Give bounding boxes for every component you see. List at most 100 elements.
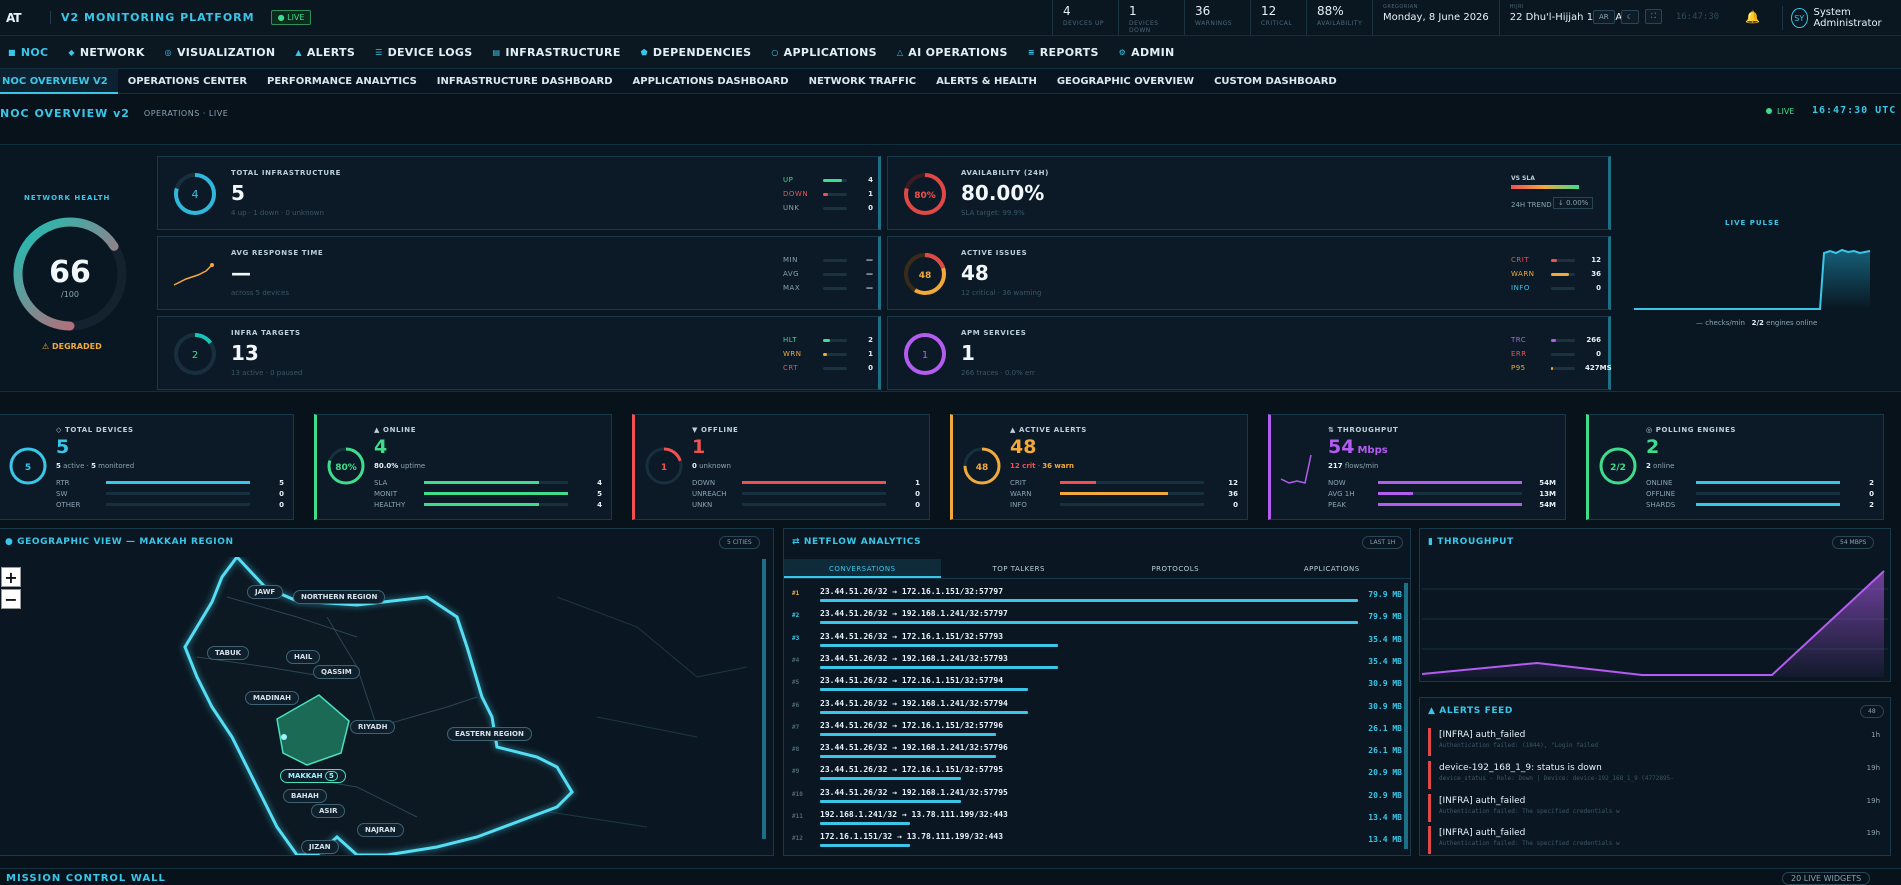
saudi-map[interactable] xyxy=(0,557,767,855)
nav-dependencies[interactable]: ⬟ DEPENDENCIES xyxy=(633,46,764,59)
nav-device-logs[interactable]: ☰ DEVICE LOGS xyxy=(367,46,484,59)
kpi-offline[interactable]: ▼ OFFLINE 1 0 unknown 1 DOWN 1 UNREACH 0 UNKN 0 xyxy=(632,414,930,520)
region-najran[interactable]: NAJRAN xyxy=(357,823,404,837)
region-tabuk[interactable]: TABUK xyxy=(207,646,250,660)
trend-value: ↓ 0.00% xyxy=(1553,197,1594,209)
svg-text:80%: 80% xyxy=(914,191,936,201)
card-infra-targets[interactable]: 2 INFRA TARGETS 13 13 active · 0 paused … xyxy=(157,316,881,390)
nav-visualization[interactable]: ◎ VISUALIZATION xyxy=(157,46,288,59)
region-bahah[interactable]: BAHAH xyxy=(283,789,327,803)
region-jizan[interactable]: JIZAN xyxy=(301,840,339,854)
throughput-badge: 54 MBPS xyxy=(1832,536,1875,549)
tab-infrastructure-dashboard[interactable]: INFRASTRUCTURE DASHBOARD xyxy=(427,69,623,94)
region-madinah[interactable]: MADINAH xyxy=(245,691,299,705)
kpi-polling-engines[interactable]: ◎ POLLING ENGINES 2 2 online 2/2 ONLINE 2 OFFL… xyxy=(1586,414,1884,520)
card-apm-services[interactable]: 1 APM SERVICES 1 266 traces · 0.0% err T… xyxy=(887,316,1612,390)
card-total-infrastructure[interactable]: 4 TOTAL INFRASTRUCTURE 5 4 up · 1 down ·… xyxy=(157,156,881,230)
conversation-bar xyxy=(820,710,1029,714)
tab-applications-dashboard[interactable]: APPLICATIONS DASHBOARD xyxy=(623,69,799,94)
zoom-in-button[interactable]: + xyxy=(1,567,21,587)
alert-item[interactable]: [INFRA] auth_failed Authentication failed… xyxy=(1428,826,1884,854)
counter-devices-down[interactable]: 1 DEVICES DOWN xyxy=(1118,0,1184,36)
kpi-subtext: 0 unknown xyxy=(692,462,731,470)
tab-top-talkers[interactable]: TOP TALKERS xyxy=(941,559,1098,578)
tab-network-traffic[interactable]: NETWORK TRAFFIC xyxy=(799,69,926,94)
card-active-issues[interactable]: 48 ACTIVE ISSUES 48 12 critical · 36 war… xyxy=(887,236,1611,310)
user-menu[interactable]: SY System Administrator xyxy=(1782,6,1901,30)
nav-admin[interactable]: ⚙ ADMIN xyxy=(1111,46,1187,59)
counter-devices-up[interactable]: 4 DEVICES UP xyxy=(1052,0,1118,36)
nav-alerts[interactable]: ▲ ALERTS xyxy=(287,46,367,59)
card-title: ACTIVE ISSUES xyxy=(961,249,1028,257)
platform-logo[interactable]: AT xyxy=(6,11,28,25)
tab-conversations[interactable]: CONVERSATIONS xyxy=(784,559,941,578)
table-row[interactable]: #5 23.44.51.26/32 → 172.16.1.151/32:57794… xyxy=(792,676,1402,698)
square-icon: ■ xyxy=(8,47,16,57)
region-qassim[interactable]: QASSIM xyxy=(313,665,360,679)
theme-toggle-icon[interactable]: ☾ xyxy=(1620,9,1639,24)
card-value: 48 xyxy=(961,261,989,285)
card-rows: HLT 2 WRN 1 CRT 0 xyxy=(783,333,873,375)
metric-row: HLT 2 xyxy=(783,336,873,344)
table-row[interactable]: #2 23.44.51.26/32 → 192.168.1.241/32:5779… xyxy=(792,609,1402,631)
table-row[interactable]: #3 23.44.51.26/32 → 172.16.1.151/32:57793… xyxy=(792,632,1402,654)
nav-applications[interactable]: ○ APPLICATIONS xyxy=(763,46,888,59)
table-row[interactable]: #7 23.44.51.26/32 → 172.16.1.151/32:57796… xyxy=(792,721,1402,743)
netflow-range-badge[interactable]: LAST 1H xyxy=(1362,536,1404,549)
tab-performance-analytics[interactable]: PERFORMANCE ANALYTICS xyxy=(257,69,427,94)
live-indicator: LIVE xyxy=(1766,107,1794,116)
kpi-throughput[interactable]: ⇅ THROUGHPUT 54 Mbps 217 flows/min NOW 54M AVG… xyxy=(1268,414,1566,520)
zoom-out-button[interactable]: − xyxy=(1,589,21,609)
region-makkah[interactable]: MAKKAH 5 xyxy=(280,769,346,783)
nav-infrastructure[interactable]: ▤ INFRASTRUCTURE xyxy=(484,46,632,59)
region-riyadh[interactable]: RIYADH xyxy=(350,720,396,734)
region-jawf[interactable]: JAWF xyxy=(247,585,284,599)
region-eastern[interactable]: EASTERN REGION xyxy=(447,727,532,741)
table-row[interactable]: #12 172.16.1.151/32 → 13.78.111.199/32:44… xyxy=(792,832,1402,854)
nav-reports[interactable]: ≡ REPORTS xyxy=(1020,46,1111,59)
nav-ai-operations[interactable]: △ AI OPERATIONS xyxy=(889,46,1020,59)
table-row[interactable]: #4 23.44.51.26/32 → 192.168.1.241/32:5779… xyxy=(792,654,1402,676)
tab-noc-overview-v2[interactable]: NOC OVERVIEW V2 xyxy=(0,68,118,94)
table-row[interactable]: #9 23.44.51.26/32 → 172.16.1.151/32:57795… xyxy=(792,765,1402,787)
table-row[interactable]: #6 23.44.51.26/32 → 192.168.1.241/32:5779… xyxy=(792,699,1402,721)
geo-scrollbar[interactable] xyxy=(762,559,766,839)
alert-item[interactable]: [INFRA] auth_failed Authentication failed… xyxy=(1428,794,1884,822)
table-row[interactable]: #10 23.44.51.26/32 → 192.168.1.241/32:577… xyxy=(792,788,1402,810)
region-northern[interactable]: NORTHERN REGION xyxy=(293,590,386,604)
kpi-total-devices[interactable]: ◇ TOTAL DEVICES 5 5 active · 5 monitored 5 R… xyxy=(0,414,294,520)
kpi-online[interactable]: ▲ ONLINE 4 80.0% uptime 80% SLA 4 MONIT 5 HEALTH… xyxy=(314,414,612,520)
counter-critical[interactable]: 12 CRITICAL xyxy=(1250,0,1306,36)
tab-custom-dashboard[interactable]: CUSTOM DASHBOARD xyxy=(1204,69,1347,94)
tab-alerts-health[interactable]: ALERTS & HEALTH xyxy=(926,69,1047,94)
tab-geographic-overview[interactable]: GEOGRAPHIC OVERVIEW xyxy=(1047,69,1204,94)
fullscreen-icon[interactable]: ⛶ xyxy=(1644,9,1662,24)
targets-ring: 2 xyxy=(174,333,216,375)
region-hail[interactable]: HAIL xyxy=(286,650,321,664)
issues-ring: 48 xyxy=(904,253,946,295)
card-availability[interactable]: 80% AVAILABILITY (24H) 80.00% SLA target… xyxy=(887,156,1611,230)
tab-applications[interactable]: APPLICATIONS xyxy=(1254,559,1411,578)
svg-text:1: 1 xyxy=(661,463,667,473)
table-row[interactable]: #8 23.44.51.26/32 → 192.168.1.241/32:5779… xyxy=(792,743,1402,765)
table-row[interactable]: #1 23.44.51.26/32 → 172.16.1.151/32:57797… xyxy=(792,587,1402,609)
language-toggle-button[interactable]: AR xyxy=(1593,9,1615,24)
table-row[interactable]: #11 192.168.1.241/32 → 13.78.111.199/32:4… xyxy=(792,810,1402,832)
alert-item[interactable]: device-192_168_1_9: status is down device… xyxy=(1428,761,1884,789)
counter-availability[interactable]: 88% AVAILABILITY xyxy=(1306,0,1372,36)
nav-noc[interactable]: ■ NOC xyxy=(0,46,60,59)
netflow-scrollbar[interactable] xyxy=(1404,583,1408,849)
kpi-ring: 1 xyxy=(645,447,683,485)
kpi-row: NOW 54M xyxy=(1328,478,1556,487)
kpi-active-alerts[interactable]: ▲ ACTIVE ALERTS 48 12 crit · 36 warn 48 CRIT… xyxy=(950,414,1248,520)
card-avg-response-time[interactable]: AVG RESPONSE TIME — across 5 devices MIN… xyxy=(157,236,881,310)
tab-operations-center[interactable]: OPERATIONS CENTER xyxy=(118,69,257,94)
region-asir[interactable]: ASIR xyxy=(311,804,346,818)
nav-network[interactable]: ◆ NETWORK xyxy=(60,46,156,59)
alert-item[interactable]: [INFRA] auth_failed Authentication failed… xyxy=(1428,728,1884,756)
kpi-title: ▲ ONLINE xyxy=(374,426,417,434)
counter-warnings[interactable]: 36 WARNINGS xyxy=(1184,0,1250,36)
kpi-row: UNKN 0 xyxy=(692,500,920,509)
tab-protocols[interactable]: PROTOCOLS xyxy=(1097,559,1254,578)
bell-icon[interactable]: 🔔 xyxy=(1745,10,1760,24)
